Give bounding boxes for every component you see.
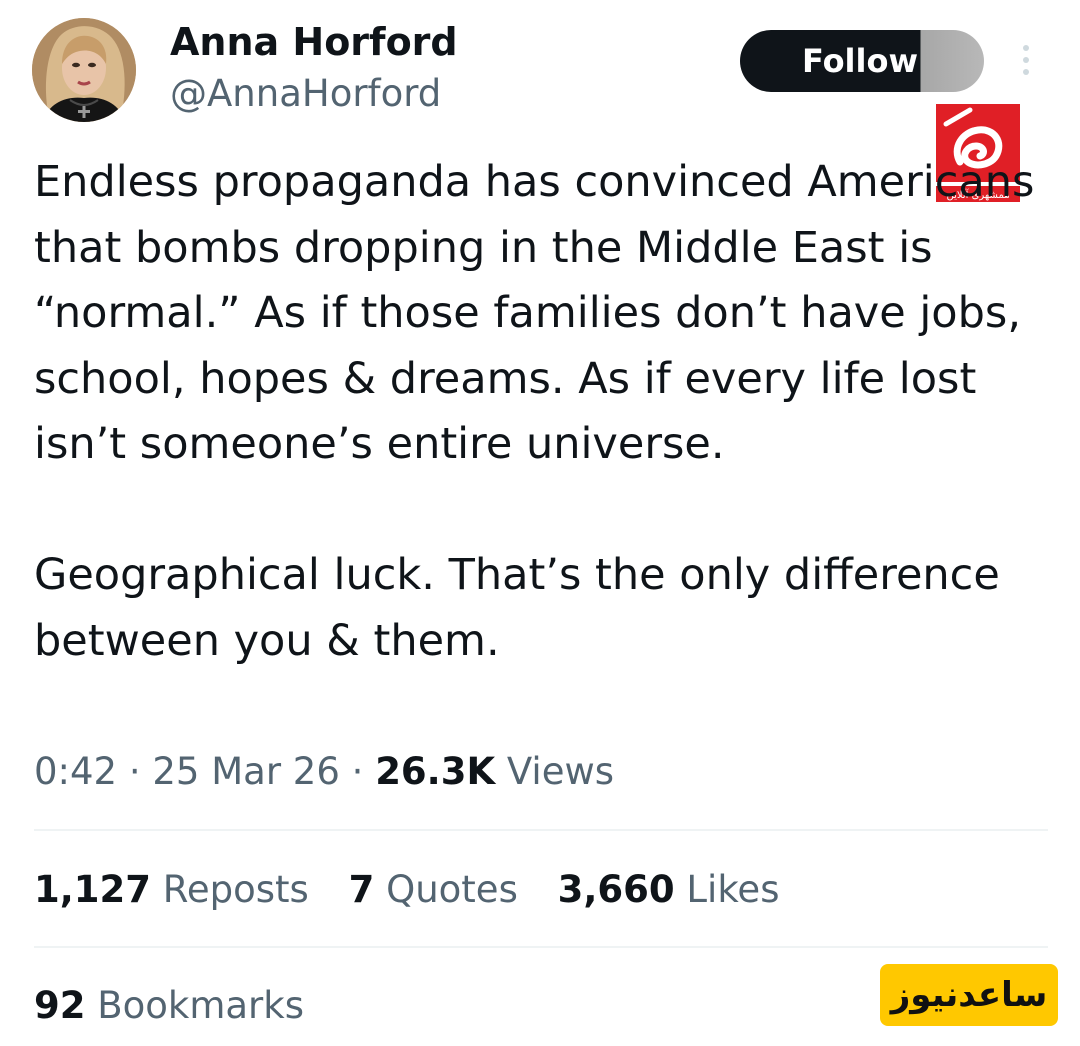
quotes-stat[interactable]: 7 Quotes: [349, 868, 518, 911]
likes-label: Likes: [674, 868, 780, 911]
follow-button[interactable]: Follow: [740, 30, 984, 92]
more-vertical-icon[interactable]: [1016, 42, 1036, 82]
bookmarks-label: Bookmarks: [85, 984, 304, 1027]
views-label: Views: [495, 750, 614, 793]
quotes-label: Quotes: [374, 868, 518, 911]
display-name[interactable]: Anna Horford: [170, 20, 458, 64]
views-count: 26.3K: [375, 750, 496, 793]
watermark-text: ساعدنیوز: [890, 975, 1048, 1015]
tweet-meta: 0:42 · 25 Mar 26 · 26.3K Views: [34, 750, 614, 793]
meta-separator: ·: [117, 750, 153, 793]
quotes-count: 7: [348, 868, 375, 911]
likes-stat[interactable]: 3,660 Likes: [558, 868, 780, 911]
divider: [34, 946, 1048, 948]
tweet-text: Endless propaganda has convinced America…: [34, 150, 1044, 674]
reposts-label: Reposts: [151, 868, 309, 911]
bookmarks-stat[interactable]: 92 Bookmarks: [34, 984, 304, 1027]
tweet-time[interactable]: 0:42: [34, 750, 117, 793]
tweet-paragraph: Geographical luck. That’s the only diffe…: [34, 550, 1000, 666]
avatar-image: [32, 18, 136, 122]
likes-count: 3,660: [557, 868, 675, 911]
meta-separator: ·: [339, 750, 376, 793]
tweet-paragraph: Endless propaganda has convinced America…: [34, 157, 1035, 469]
reposts-stat[interactable]: 1,127 Reposts: [34, 868, 309, 911]
watermark-logo: ساعدنیوز: [880, 964, 1058, 1026]
avatar[interactable]: [32, 18, 136, 122]
engagement-stats: 1,127 Reposts 7 Quotes 3,660 Likes: [34, 868, 807, 911]
user-handle[interactable]: @AnnaHorford: [170, 72, 441, 115]
divider: [34, 829, 1048, 831]
follow-button-label: Follow: [802, 42, 919, 80]
tweet-date[interactable]: 25 Mar 26: [152, 750, 340, 793]
bookmarks-count: 92: [34, 984, 86, 1027]
reposts-count: 1,127: [34, 868, 152, 911]
